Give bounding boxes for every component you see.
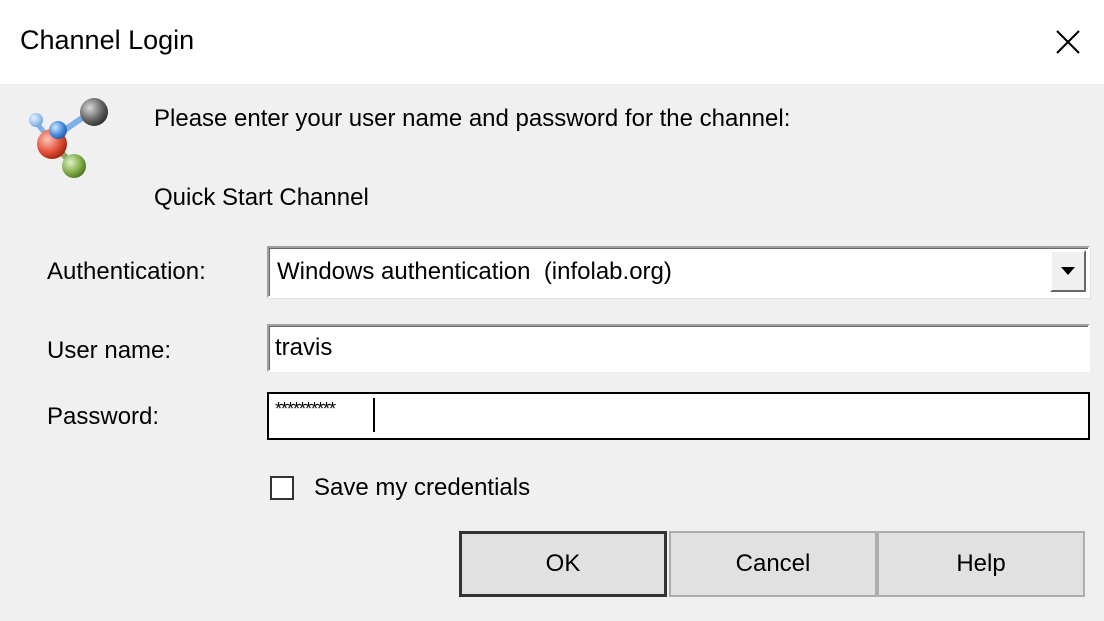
close-icon: [1056, 30, 1080, 54]
ok-button[interactable]: OK: [459, 531, 667, 597]
save-credentials-label: Save my credentials: [314, 474, 531, 501]
dropdown-arrow-button[interactable]: [1050, 250, 1086, 292]
username-input[interactable]: [267, 324, 1090, 372]
cancel-button[interactable]: Cancel: [669, 531, 877, 597]
chevron-down-icon: [1061, 267, 1075, 275]
password-mask: **********: [275, 399, 336, 419]
authentication-label: Authentication:: [47, 258, 206, 285]
title-bar: Channel Login: [0, 0, 1104, 84]
help-button[interactable]: Help: [877, 531, 1085, 597]
authentication-dropdown[interactable]: Windows authentication (infolab.org): [267, 246, 1090, 298]
window-title: Channel Login: [20, 25, 195, 55]
username-label: User name:: [47, 337, 172, 364]
prompt-text: Please enter your user name and password…: [154, 105, 791, 132]
authentication-value: Windows authentication (infolab.org): [277, 258, 672, 285]
close-button[interactable]: [1032, 0, 1104, 84]
save-credentials-checkbox[interactable]: [270, 476, 294, 500]
molecule-icon: [29, 98, 108, 178]
text-caret: [373, 398, 375, 432]
password-label: Password:: [47, 403, 160, 430]
password-input[interactable]: **********: [267, 392, 1090, 440]
channel-login-dialog: Channel Login Please enter your user nam…: [0, 0, 1104, 621]
channel-name: Quick Start Channel: [154, 184, 369, 211]
save-credentials-option[interactable]: Save my credentials: [270, 470, 530, 506]
